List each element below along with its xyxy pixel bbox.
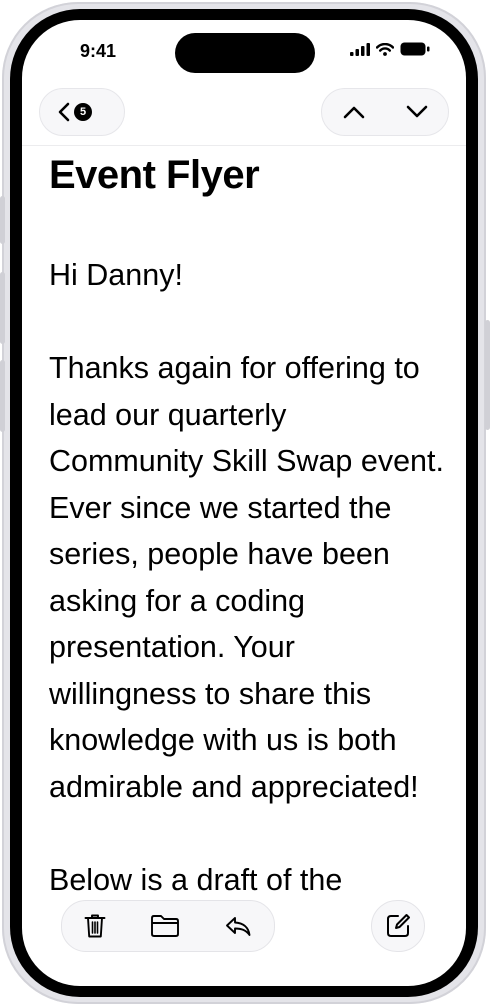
note-title: Event Flyer (49, 153, 260, 197)
action-button (0, 196, 5, 244)
reply-icon[interactable] (224, 915, 252, 937)
status-icons (350, 42, 430, 56)
screen: 9:41 5 Event Flyer Hi Danny! Thanks agai… (22, 20, 466, 986)
compose-icon (385, 913, 411, 939)
note-nav-buttons (321, 88, 449, 136)
folder-icon[interactable] (150, 914, 180, 938)
back-count-badge: 5 (74, 103, 92, 121)
chevron-up-icon[interactable] (343, 105, 365, 119)
wifi-icon (376, 42, 394, 56)
volume-up-button (0, 272, 5, 344)
compose-button[interactable] (371, 900, 425, 952)
chevron-down-icon[interactable] (406, 105, 428, 119)
bottom-toolbar (61, 900, 275, 952)
volume-down-button (0, 360, 5, 432)
trash-icon[interactable] (84, 913, 106, 939)
side-button (485, 320, 490, 430)
dynamic-island (175, 33, 315, 73)
note-body[interactable]: Hi Danny! Thanks again for offering to l… (49, 252, 449, 903)
battery-icon (400, 42, 430, 56)
note-paragraph: Below is a draft of the (49, 862, 343, 897)
chevron-left-icon (58, 102, 70, 122)
back-button[interactable]: 5 (39, 88, 125, 136)
signal-icon (350, 42, 370, 56)
note-greeting: Hi Danny! (49, 258, 183, 292)
status-time: 9:41 (80, 41, 117, 61)
note-paragraph: Thanks again for offering to lead our qu… (49, 351, 444, 804)
header-divider (22, 145, 466, 146)
